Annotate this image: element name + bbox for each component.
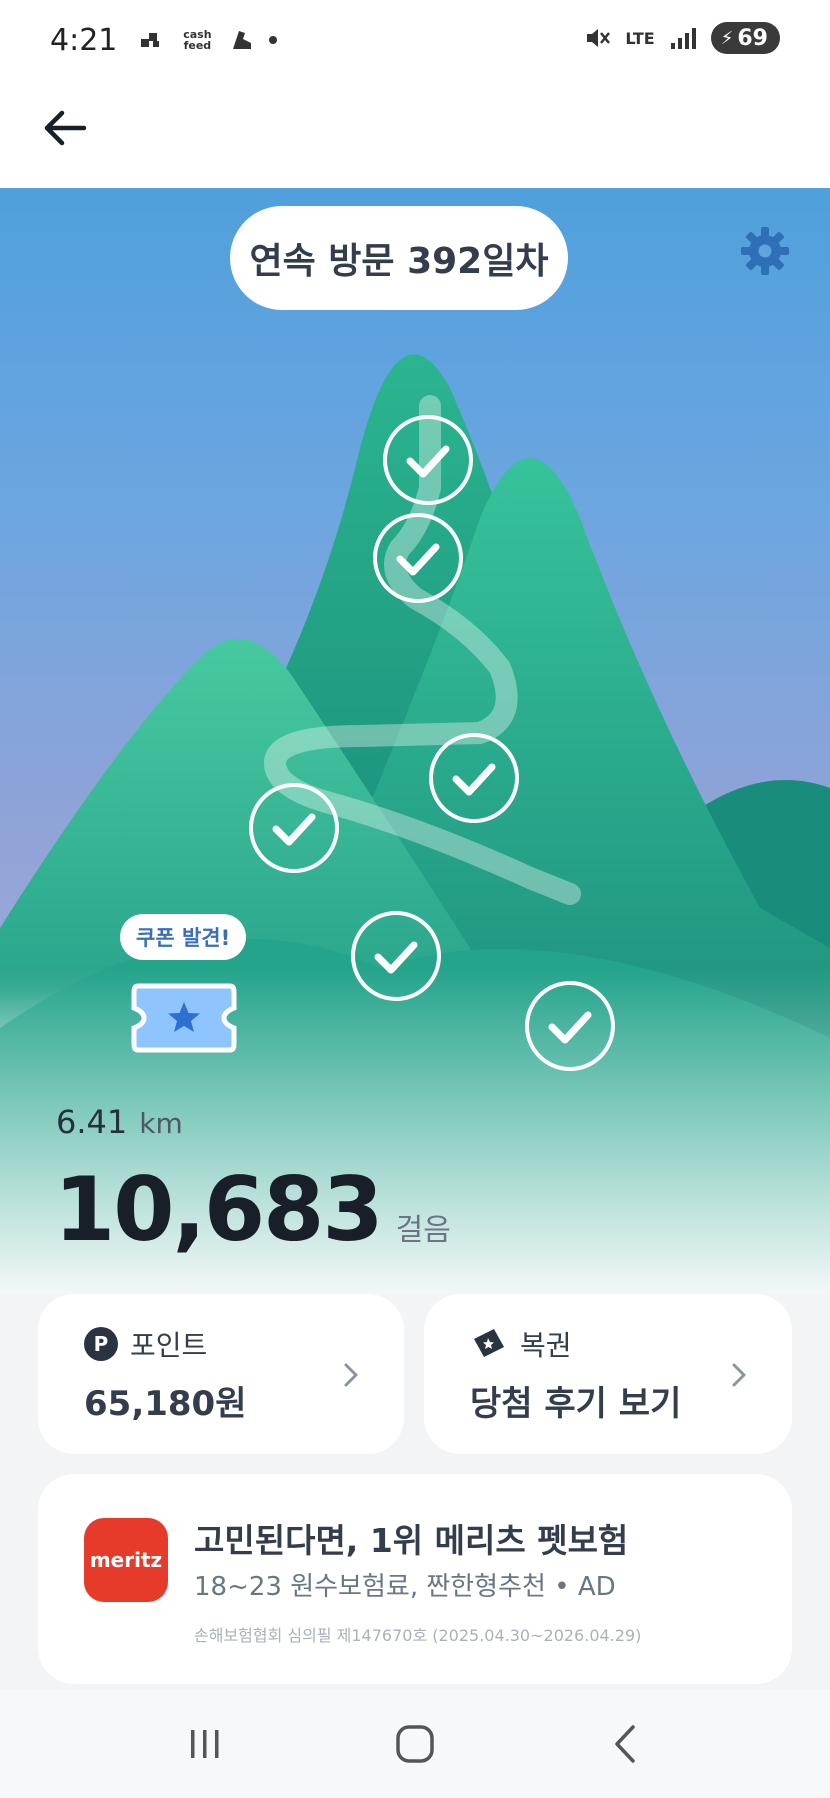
lottery-label-row: 복권: [470, 1324, 572, 1364]
points-label-row: P 포인트: [84, 1324, 207, 1364]
steps-value: 10,683: [54, 1158, 384, 1261]
home-icon: [396, 1725, 434, 1763]
lte-icon: LTE: [625, 28, 655, 48]
coupon-found-bubble: 쿠폰 발견!: [120, 914, 247, 960]
steps-unit: 걸음: [395, 1213, 451, 1248]
points-value: 65,180원: [84, 1384, 247, 1424]
app-notification-icon: [141, 33, 160, 47]
visit-streak-badge: 연속 방문 392일차: [230, 206, 568, 310]
arrow-left-icon[interactable]: [38, 100, 94, 156]
back-nav-button[interactable]: [595, 1714, 655, 1774]
ad-subtitle: 18~23 원수보험료, 짠한형추천 • AD: [194, 1572, 616, 1602]
shoe-notification-icon: [233, 31, 252, 49]
cashfeed-icon: cash feed: [183, 28, 212, 52]
distance-unit: km: [139, 1107, 183, 1140]
points-label: 포인트: [130, 1329, 208, 1362]
home-button[interactable]: [385, 1714, 445, 1774]
points-icon: P: [84, 1327, 118, 1361]
coupon-ticket-icon[interactable]: [128, 980, 240, 1056]
charging-icon: ⚡: [720, 27, 734, 49]
ad-banner[interactable]: meritz 고민된다면, 1위 메리츠 펫보험 18~23 원수보험료, 짠한…: [38, 1474, 792, 1684]
lottery-label: 복권: [520, 1329, 572, 1362]
status-bar: 4:21 cash feed LTE ⚡ 69: [0, 0, 830, 80]
battery-indicator: ⚡ 69: [710, 22, 780, 54]
app-header: [0, 80, 830, 188]
back-nav-icon: [615, 1725, 635, 1763]
chevron-right-icon: [732, 1363, 746, 1387]
status-system-icons: LTE ⚡ 69: [583, 22, 780, 54]
battery-level: 69: [737, 25, 768, 51]
checkpoint-completed[interactable]: [524, 980, 616, 1072]
checkpoint-completed[interactable]: [372, 512, 464, 604]
checkpoint-completed[interactable]: [248, 782, 340, 874]
lottery-ticket-icon: [474, 1329, 504, 1357]
checkpoint-completed[interactable]: [428, 732, 520, 824]
meritz-logo: meritz: [84, 1518, 168, 1602]
ad-title: 고민된다면, 1위 메리츠 펫보험: [194, 1521, 629, 1560]
checkpoint-completed[interactable]: [350, 910, 442, 1002]
checkpoint-completed[interactable]: [382, 414, 474, 506]
signal-icon: [670, 28, 696, 49]
mute-icon: [587, 29, 611, 47]
walking-hero: 연속 방문 392일차 쿠폰 발견! 6.41 km 10,683 걸음: [0, 188, 830, 1294]
system-nav-bar: [0, 1690, 830, 1798]
chevron-right-icon: [344, 1363, 358, 1387]
ad-disclaimer: 손해보험협회 심의필 제147670호 (2025.04.30~2026.04.…: [194, 1626, 642, 1645]
recent-apps-icon: [191, 1730, 219, 1758]
points-card[interactable]: P 포인트 65,180원: [38, 1294, 404, 1454]
status-notification-icons: cash feed: [139, 27, 278, 53]
recent-apps-button[interactable]: [175, 1714, 235, 1774]
step-count: 10,683 걸음: [54, 1158, 451, 1261]
more-notifications-dot: [269, 36, 278, 44]
lottery-review-link: 당첨 후기 보기: [470, 1384, 682, 1424]
status-time: 4:21: [50, 22, 118, 58]
gear-icon[interactable]: [738, 224, 792, 278]
distance-value: 6.41: [56, 1103, 128, 1141]
distance-readout: 6.41 km: [56, 1103, 183, 1141]
lottery-card[interactable]: 복권 당첨 후기 보기: [424, 1294, 792, 1454]
